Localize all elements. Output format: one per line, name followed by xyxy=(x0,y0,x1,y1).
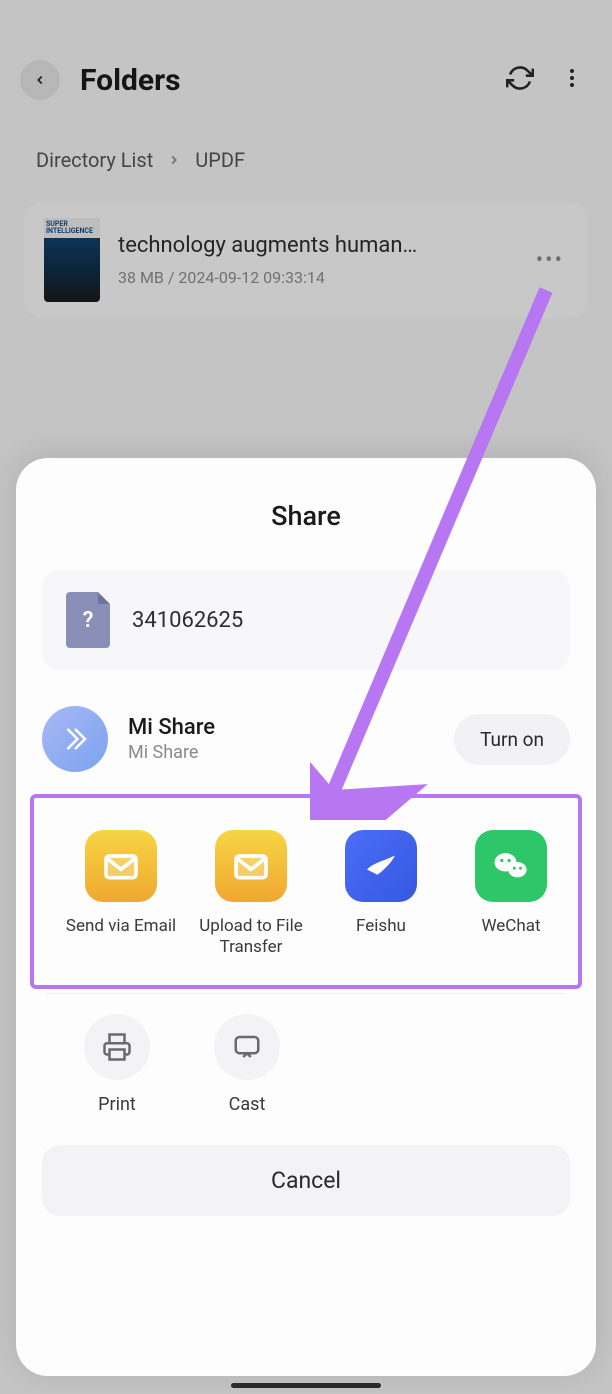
print-icon xyxy=(84,1014,150,1080)
action-cast[interactable]: Cast xyxy=(182,1014,312,1115)
share-apps-row: Send via Email Upload to File Transfer F… xyxy=(30,794,582,989)
chevron-right-icon xyxy=(167,148,181,172)
share-app-wechat[interactable]: WeChat xyxy=(446,830,576,959)
share-title: Share xyxy=(16,500,596,532)
file-thumbnail: SUPER INTELLIGENCE xyxy=(44,218,100,302)
feishu-icon xyxy=(345,830,417,902)
breadcrumb-item[interactable]: UPDF xyxy=(195,148,245,172)
share-app-email[interactable]: Send via Email xyxy=(56,830,186,959)
breadcrumb-item[interactable]: Directory List xyxy=(36,148,153,172)
mi-share-icon xyxy=(42,706,108,772)
cancel-button[interactable]: Cancel xyxy=(42,1145,570,1216)
file-name: technology augments human… xyxy=(118,233,514,258)
mi-share-turn-on-button[interactable]: Turn on xyxy=(454,714,570,765)
share-actions-row: Print Cast xyxy=(16,994,596,1119)
back-button[interactable] xyxy=(20,60,60,100)
chevron-left-icon xyxy=(33,73,47,87)
cast-icon xyxy=(214,1014,280,1080)
page-title: Folders xyxy=(80,63,506,98)
share-sheet: Share ? 341062625 Mi Share Mi Share Turn… xyxy=(16,458,596,1376)
home-indicator[interactable] xyxy=(231,1383,381,1388)
mi-share-row: Mi Share Mi Share Turn on xyxy=(42,706,570,772)
file-list-item[interactable]: SUPER INTELLIGENCE technology augments h… xyxy=(24,202,588,318)
share-app-feishu[interactable]: Feishu xyxy=(316,830,446,959)
refresh-icon[interactable] xyxy=(506,64,534,96)
file-unknown-icon: ? xyxy=(66,592,110,648)
email-icon xyxy=(85,830,157,902)
more-vertical-icon[interactable] xyxy=(560,66,584,94)
email-icon xyxy=(215,830,287,902)
action-print[interactable]: Print xyxy=(52,1014,182,1115)
breadcrumb: Directory List UPDF xyxy=(0,120,612,186)
share-file-name: 341062625 xyxy=(132,608,243,633)
mi-share-title: Mi Share xyxy=(128,715,434,740)
share-app-file-transfer[interactable]: Upload to File Transfer xyxy=(186,830,316,959)
mi-share-subtitle: Mi Share xyxy=(128,742,434,763)
file-meta: 38 MB / 2024-09-12 09:33:14 xyxy=(118,268,514,287)
share-file-row[interactable]: ? 341062625 xyxy=(42,570,570,670)
wechat-icon xyxy=(475,830,547,902)
header-bar: Folders xyxy=(0,0,612,120)
file-more-button[interactable]: ••• xyxy=(532,248,568,273)
